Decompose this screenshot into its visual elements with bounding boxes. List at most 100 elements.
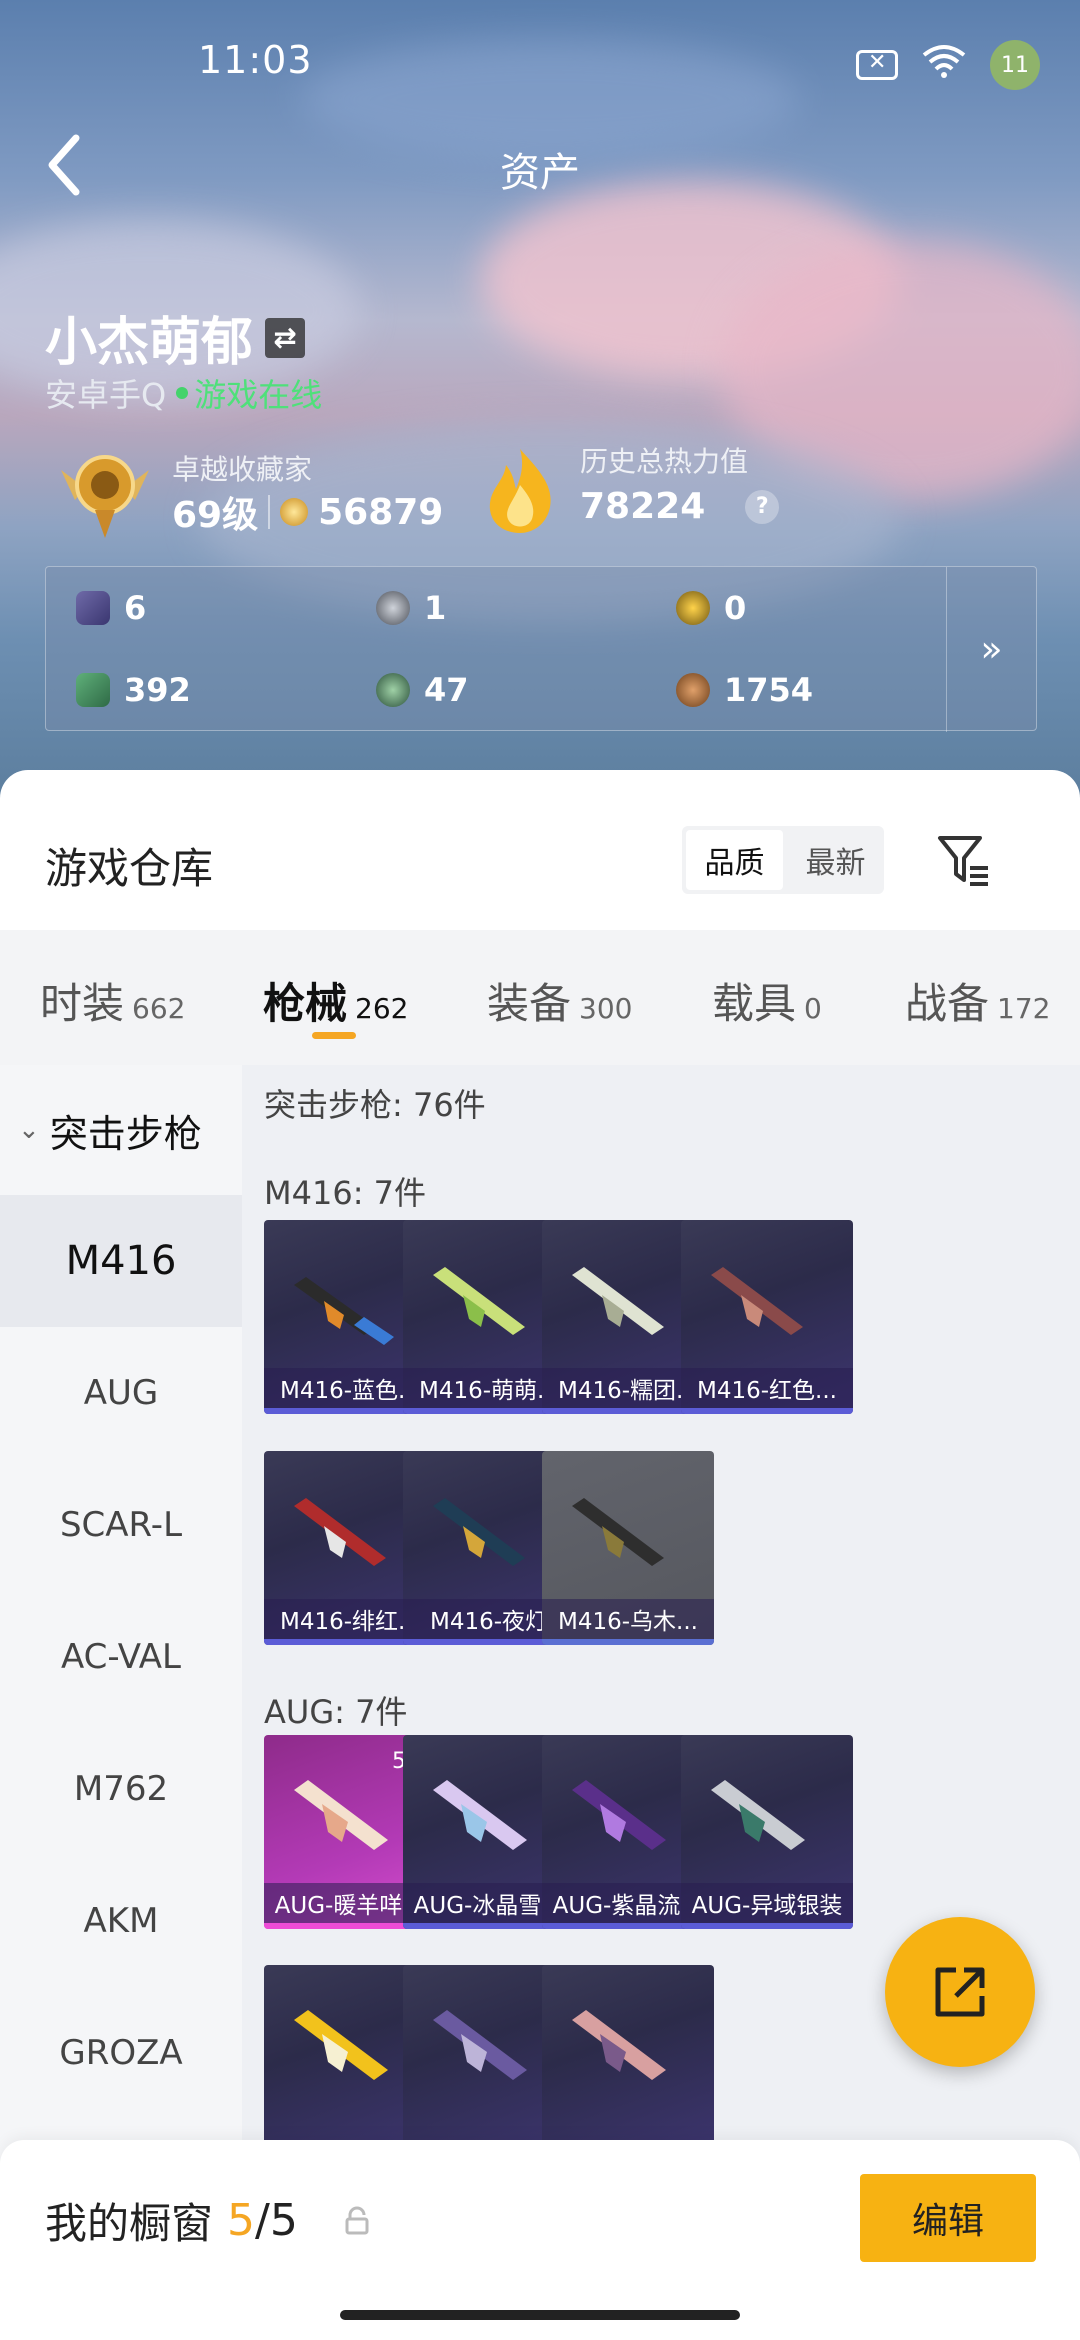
collector-points: 56879 <box>318 491 444 533</box>
rifle-icon <box>294 1780 388 1850</box>
showcase-summary: 我的橱窗 5 / 5 <box>45 2190 372 2251</box>
tab-equipment[interactable]: 装备 300 <box>487 970 632 1031</box>
help-icon[interactable]: ? <box>745 489 780 524</box>
rifle-icon <box>572 1267 664 1335</box>
user-status-line: 安卓手Q 游戏在线 <box>45 370 322 416</box>
heat-value: 78224 <box>580 486 706 527</box>
orb-icon <box>376 673 410 707</box>
sort-toggle: 品质 最新 <box>682 826 884 894</box>
medal-icon <box>280 498 309 526</box>
coin-silver-icon <box>376 591 410 625</box>
coin-gold-icon <box>676 591 710 625</box>
flame-icon <box>489 449 551 533</box>
page-title: 资产 <box>500 150 580 196</box>
lock-icon <box>345 2206 369 2234</box>
stat-value: 0 <box>724 589 747 627</box>
rifle-icon <box>294 1498 386 1566</box>
showcase-label: 我的橱窗 <box>45 2199 214 2248</box>
online-status: 游戏在线 <box>194 376 323 414</box>
stat-item: 392 <box>76 671 191 709</box>
collector-values: 69级 56879 <box>172 486 443 538</box>
category-dropdown[interactable]: ⌄ 突击步枪 <box>0 1065 242 1195</box>
tab-count: 662 <box>132 992 186 1025</box>
warehouse-sheet: 游戏仓库 品质 最新 时装 662 枪械 262 装备 300 载具 0 战备 … <box>0 770 1080 2340</box>
stat-value: 47 <box>424 671 469 709</box>
status-bar: 11:03 11 <box>0 0 1080 120</box>
ticket-icon <box>76 673 110 707</box>
card-icon <box>76 591 110 625</box>
tab-gear[interactable]: 战备 172 <box>905 970 1050 1031</box>
sort-quality-button[interactable]: 品质 <box>686 830 783 890</box>
collector-badge-icon <box>61 455 149 538</box>
rarity-bar <box>681 1923 853 1929</box>
rarity-bar <box>681 1408 853 1414</box>
category-summary: 突击步枪: 76件 <box>264 1086 486 1124</box>
stat-item: 0 <box>676 589 746 627</box>
user-name: 小杰萌郁 ⇄ <box>45 300 306 375</box>
tab-label: 时装 <box>40 979 125 1028</box>
stat-item: 1 <box>376 589 446 627</box>
rifle-icon <box>572 1780 666 1850</box>
item-card[interactable]: M416-红色... <box>681 1220 853 1414</box>
switch-account-icon[interactable]: ⇄ <box>265 317 306 358</box>
rifle-icon <box>572 2010 666 2080</box>
sidebar-item-ac-val[interactable]: AC-VAL <box>0 1591 242 1723</box>
sidebar-item-m762[interactable]: M762 <box>0 1723 242 1855</box>
rifle-icon <box>433 2010 527 2080</box>
stat-value: 392 <box>124 671 191 709</box>
filter-icon[interactable] <box>934 830 994 890</box>
collector-title: 卓越收藏家 <box>172 453 313 486</box>
tab-label: 载具 <box>712 979 797 1028</box>
showcase-total: 5 <box>269 2195 298 2246</box>
rifle-icon <box>711 1267 803 1335</box>
item-name: M416-红色... <box>681 1368 853 1408</box>
rifle-icon <box>433 1780 527 1850</box>
divider <box>268 495 271 529</box>
rifle-icon <box>433 1267 525 1335</box>
heat-value-row: 78224 ? <box>580 486 780 527</box>
item-card[interactable] <box>542 1965 714 2159</box>
tab-fashion[interactable]: 时装 662 <box>40 970 185 1031</box>
collector-level: 69级 <box>172 495 259 536</box>
rifle-icon <box>711 1780 805 1850</box>
showcase-current: 5 <box>227 2195 256 2246</box>
sidebar-item-m416[interactable]: M416 <box>0 1195 242 1327</box>
showcase-slash: / <box>255 2195 270 2246</box>
stat-item: 6 <box>76 589 146 627</box>
sidebar-item-aug[interactable]: AUG <box>0 1327 242 1459</box>
sidebar-item-scar-l[interactable]: SCAR-L <box>0 1459 242 1591</box>
tab-vehicles[interactable]: 载具 0 <box>712 970 822 1031</box>
status-time: 11:03 <box>198 38 313 82</box>
tab-count: 300 <box>579 992 633 1025</box>
rarity-bar <box>542 1639 714 1645</box>
sort-latest-button[interactable]: 最新 <box>787 826 884 894</box>
platform-label: 安卓手Q <box>45 376 167 414</box>
asset-stats-panel[interactable]: 6 1 0 392 47 1754 » <box>45 566 1037 732</box>
group-title-m416: M416: 7件 <box>264 1174 427 1212</box>
share-button[interactable] <box>885 1917 1035 2067</box>
online-dot-icon <box>176 387 189 399</box>
battery-indicator: 11 <box>990 40 1040 90</box>
edit-button[interactable]: 编辑 <box>860 2174 1036 2262</box>
item-name: M416-乌木... <box>542 1599 714 1639</box>
active-tab-indicator <box>312 1032 356 1039</box>
sidebar-item-akm[interactable]: AKM <box>0 1855 242 1987</box>
wifi-icon <box>920 43 968 88</box>
tab-count: 262 <box>355 992 409 1025</box>
tab-weapons[interactable]: 枪械 262 <box>263 970 408 1031</box>
item-card[interactable]: AUG-异域银装 <box>681 1735 853 1929</box>
item-card[interactable]: M416-乌木... <box>542 1451 714 1645</box>
chevron-down-icon: ⌄ <box>18 1115 40 1145</box>
rifle-icon <box>294 2010 388 2080</box>
stat-value: 1754 <box>724 671 814 709</box>
category-label: 突击步枪 <box>49 1111 202 1156</box>
sidebar-item-groza[interactable]: GROZA <box>0 1987 242 2119</box>
stats-more-chevron-icon[interactable]: » <box>946 567 1036 732</box>
tab-label: 枪械 <box>263 979 348 1028</box>
stat-item: 1754 <box>676 671 813 709</box>
stat-value: 1 <box>424 589 447 627</box>
home-indicator[interactable] <box>340 2310 740 2320</box>
tab-label: 装备 <box>487 979 572 1028</box>
item-grid: 突击步枪: 76件 M416: 7件 M416-蓝色... M416-萌萌...… <box>242 1065 1080 2245</box>
category-tabs: 时装 662 枪械 262 装备 300 载具 0 战备 172 <box>0 930 1080 1065</box>
